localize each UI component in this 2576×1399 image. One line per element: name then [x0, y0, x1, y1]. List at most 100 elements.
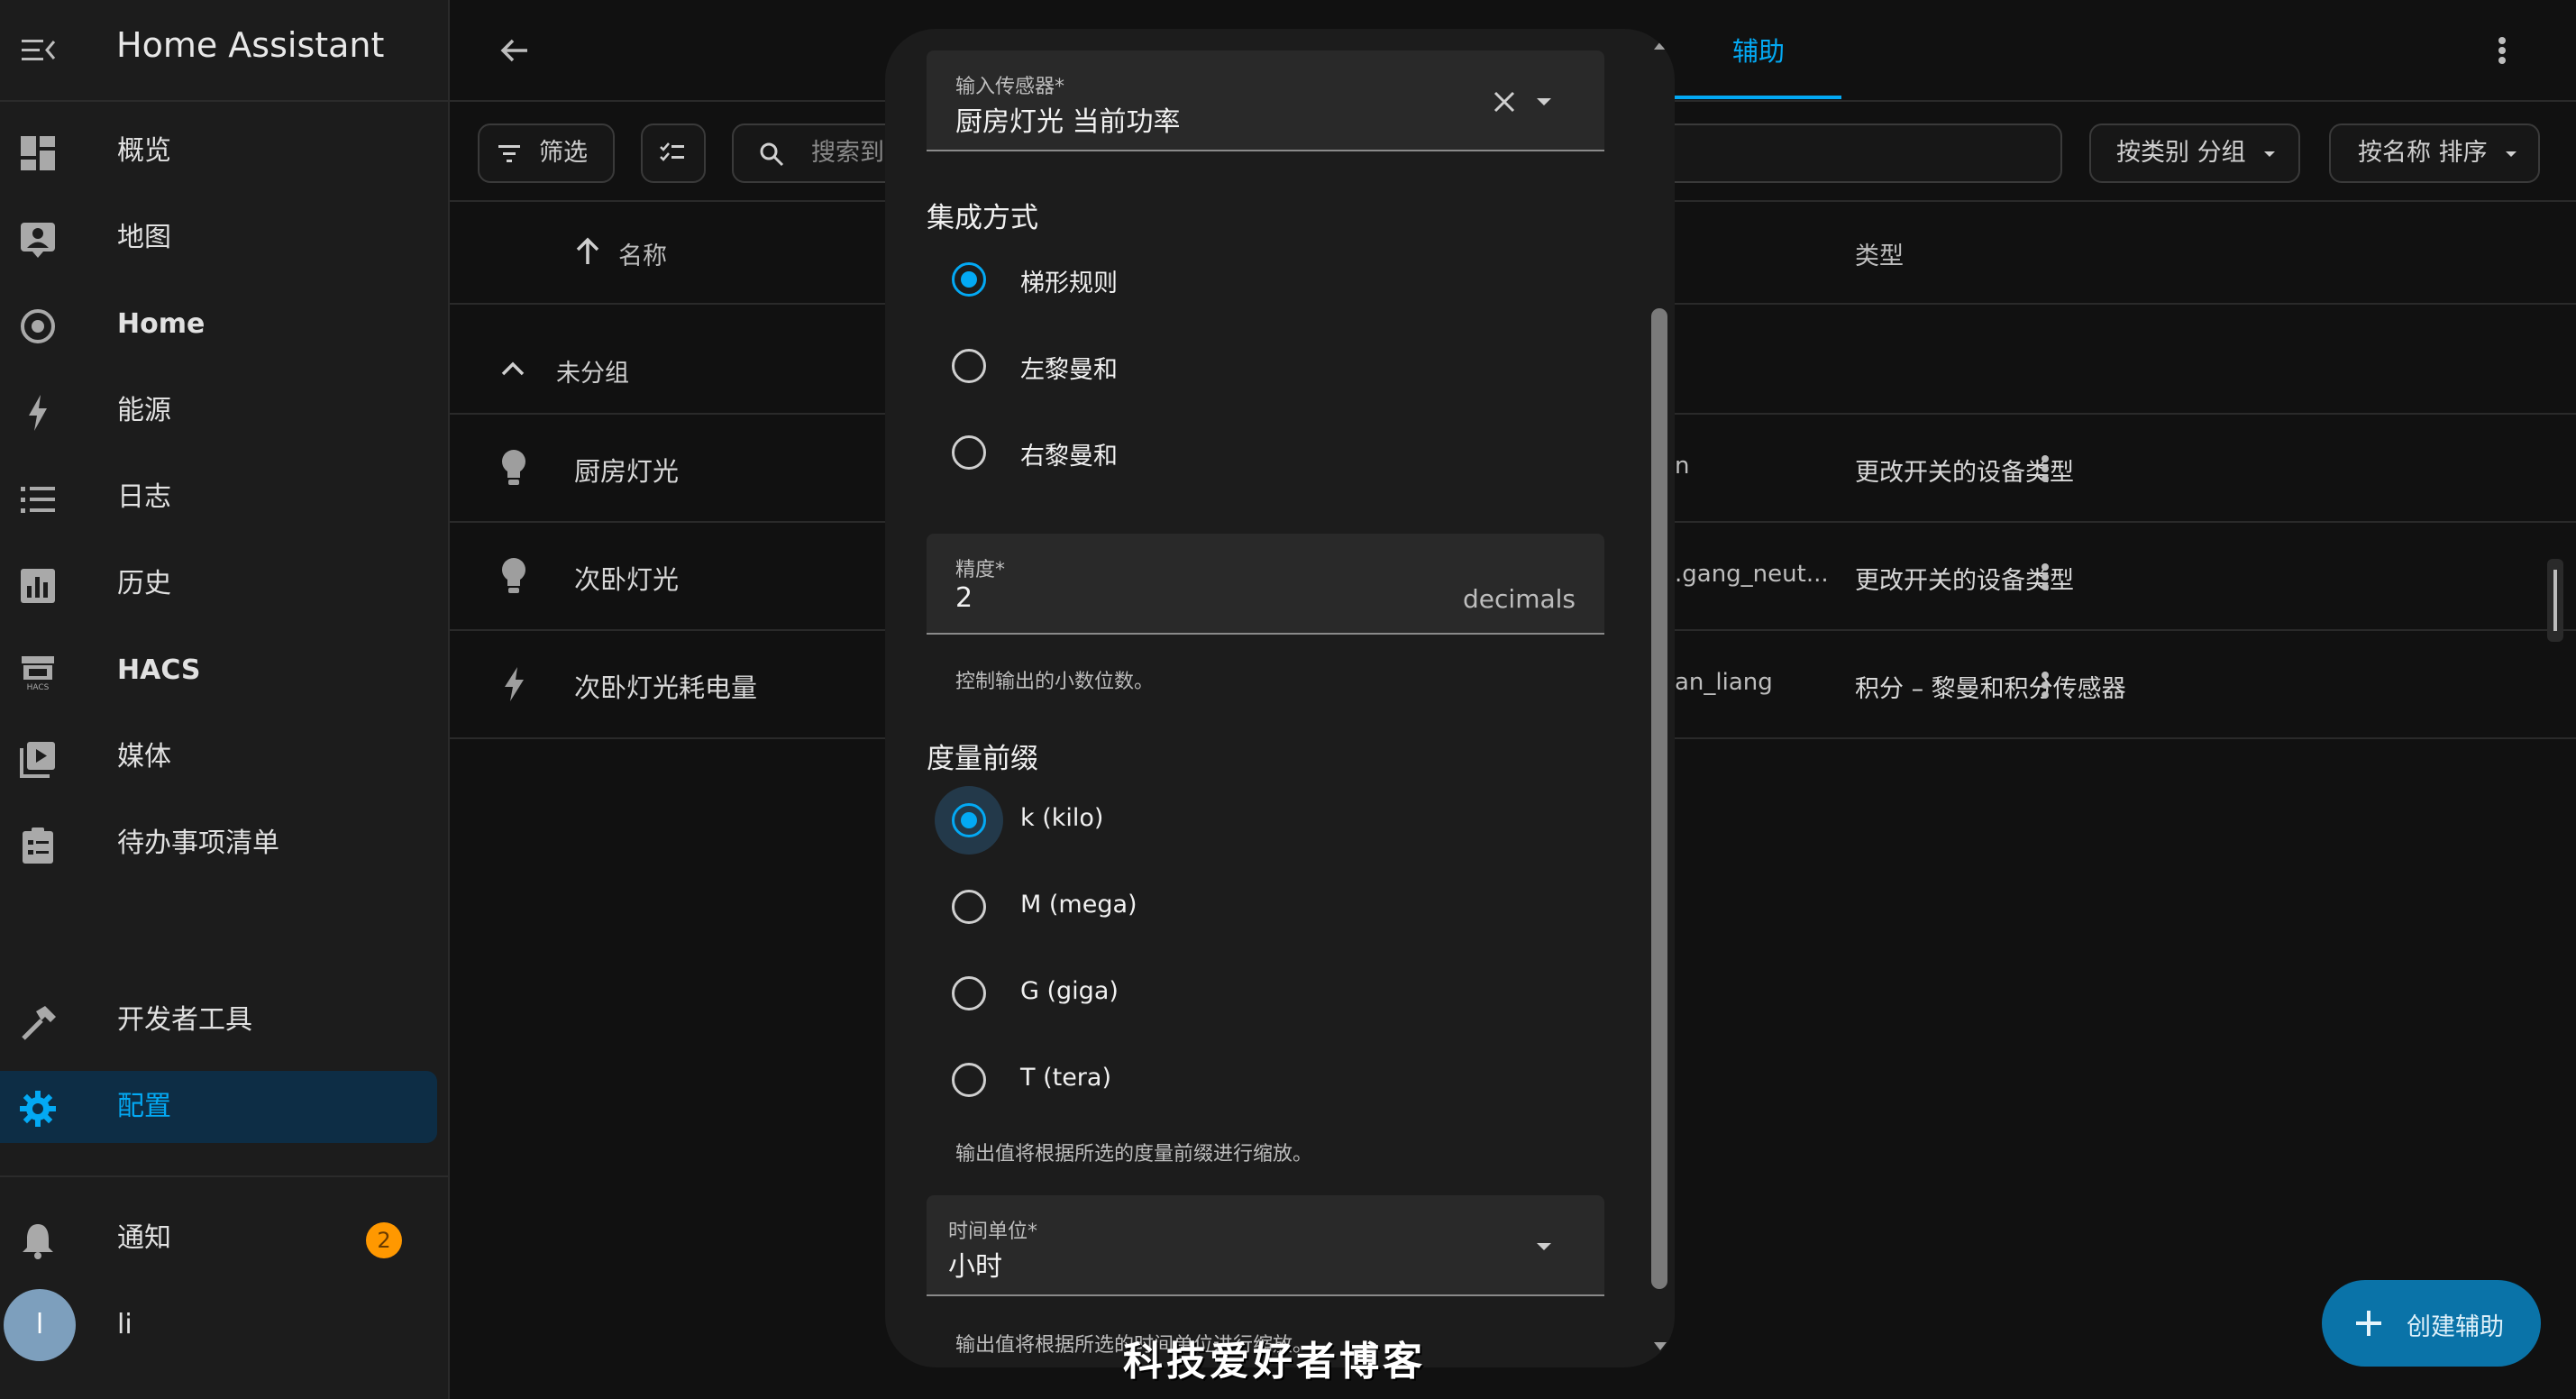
filter-button[interactable]: 筛选	[478, 123, 615, 183]
sidebar-item-label: 开发者工具	[117, 1004, 252, 1036]
group-by-label: 按类别 分组	[2116, 139, 2246, 167]
lightbulb-icon	[500, 449, 527, 487]
row-menu-icon[interactable]	[2041, 667, 2050, 703]
radio-prefix-kilo[interactable]: k (kilo)	[885, 777, 1675, 864]
dialog-scrollbar-thumb[interactable]	[1651, 308, 1667, 1289]
checklist-icon	[659, 141, 686, 166]
search-placeholder: 搜索到	[811, 139, 884, 167]
sidebar-item-logbook[interactable]: 日志	[0, 454, 448, 541]
integration-method-title: 集成方式	[927, 202, 1038, 234]
row-menu-icon[interactable]	[2041, 451, 2050, 487]
back-arrow-icon[interactable]	[497, 32, 533, 69]
tab-indicator	[1670, 96, 1841, 99]
prefix-helper-text: 输出值将根据所选的度量前缀进行缩放。	[955, 1143, 1313, 1166]
radio-button[interactable]	[952, 349, 986, 383]
row-entity-id: .gang_neut...	[1675, 561, 1829, 588]
radio-button[interactable]	[952, 435, 986, 470]
radio-trapezoidal[interactable]: 梯形规则	[885, 236, 1675, 323]
precision-field[interactable]: 精度* 2 decimals	[927, 534, 1604, 635]
group-label: 未分组	[556, 360, 629, 388]
chevron-up-icon	[500, 361, 525, 377]
media-icon	[18, 739, 58, 779]
radio-button[interactable]	[952, 890, 986, 924]
scrollbar-thumb[interactable]	[2553, 570, 2557, 631]
sidebar-item-home[interactable]: Home	[0, 281, 448, 368]
lightbulb-icon	[500, 557, 527, 595]
sidebar-item-label: 历史	[117, 568, 171, 599]
chevron-down-icon	[2262, 150, 2277, 159]
chevron-down-icon	[2504, 150, 2518, 159]
scroll-down-arrow-icon[interactable]	[1653, 1341, 1667, 1352]
radio-label: T (tera)	[1020, 1064, 1111, 1092]
radio-label: G (giga)	[1020, 977, 1119, 1005]
row-entity-id: n	[1675, 453, 1690, 480]
scroll-up-arrow-icon[interactable]	[1653, 40, 1667, 50]
sidebar-item-settings[interactable]: 配置	[0, 1064, 448, 1150]
radio-button[interactable]	[952, 976, 986, 1010]
sidebar-item-label: 通知	[117, 1222, 171, 1254]
dashboard-icon	[18, 133, 58, 173]
gear-icon	[18, 1089, 58, 1129]
time-unit-select[interactable]: 时间单位* 小时	[927, 1195, 1604, 1296]
sidebar-item-energy[interactable]: 能源	[0, 368, 448, 454]
sidebar-item-developer-tools[interactable]: 开发者工具	[0, 977, 448, 1064]
input-sensor-label: 输入传感器*	[955, 76, 1065, 98]
radio-label: k (kilo)	[1020, 804, 1104, 832]
user-name: li	[117, 1309, 132, 1340]
sidebar-item-label: Home	[117, 308, 206, 340]
column-header-name[interactable]: 名称	[618, 236, 667, 271]
metric-prefix-title: 度量前缀	[927, 743, 1038, 775]
sidebar-item-hacs[interactable]: HACS HACS	[0, 627, 448, 714]
bell-icon	[18, 1221, 58, 1260]
input-sensor-select[interactable]: 输入传感器* 厨房灯光 当前功率	[927, 50, 1604, 151]
sidebar-item-todo[interactable]: 待办事项清单	[0, 800, 448, 887]
row-name: 厨房灯光	[574, 456, 680, 487]
overflow-menu-icon[interactable]	[2498, 32, 2507, 69]
row-name: 次卧灯光	[574, 564, 680, 595]
sidebar-item-overview[interactable]: 概览	[0, 108, 448, 195]
group-by-button[interactable]: 按类别 分组	[2089, 123, 2300, 183]
precision-value: 2	[955, 582, 973, 614]
sidebar-item-media[interactable]: 媒体	[0, 714, 448, 800]
create-helper-button[interactable]: 创建辅助	[2322, 1280, 2541, 1367]
dropdown-arrow-icon[interactable]	[1536, 1242, 1552, 1251]
watermark-text: 科技爱好者博客	[1123, 1339, 1426, 1385]
row-menu-icon[interactable]	[2041, 559, 2050, 595]
sidebar-item-label: 配置	[117, 1091, 171, 1122]
radio-label: 右黎曼和	[1020, 443, 1118, 471]
menu-toggle-icon[interactable]	[20, 32, 58, 69]
svg-text:HACS: HACS	[27, 683, 50, 692]
sidebar-item-notifications[interactable]: 通知 2	[0, 1195, 448, 1282]
sidebar-header: Home Assistant	[0, 0, 448, 102]
sidebar-item-history[interactable]: 历史	[0, 541, 448, 627]
dropdown-arrow-icon[interactable]	[1536, 97, 1552, 106]
sort-ascending-arrow-icon[interactable]	[574, 237, 601, 266]
sidebar-item-label: 待办事项清单	[117, 828, 279, 859]
sidebar-divider	[0, 1175, 448, 1177]
radio-button[interactable]	[952, 803, 986, 837]
radio-right-riemann[interactable]: 右黎曼和	[885, 409, 1675, 496]
radio-button[interactable]	[952, 262, 986, 297]
select-mode-button[interactable]	[641, 123, 706, 183]
precision-suffix: decimals	[1463, 584, 1576, 614]
sidebar-item-user[interactable]: l li	[0, 1282, 448, 1368]
sidebar-item-map[interactable]: 地图	[0, 195, 448, 281]
avatar: l	[4, 1289, 76, 1361]
lightning-icon	[500, 665, 527, 703]
radio-left-riemann[interactable]: 左黎曼和	[885, 323, 1675, 409]
clipboard-icon	[18, 826, 58, 865]
radio-prefix-mega[interactable]: M (mega)	[885, 864, 1675, 950]
clear-icon[interactable]	[1493, 90, 1516, 114]
hammer-icon	[18, 1002, 58, 1042]
radio-prefix-tera[interactable]: T (tera)	[885, 1037, 1675, 1123]
page-scrollbar[interactable]	[2547, 559, 2563, 642]
column-header-type[interactable]: 类型	[1855, 236, 1904, 271]
sidebar: Home Assistant 概览 地图 Home 能源 日志 历史 HACS …	[0, 0, 450, 1399]
radio-label: 梯形规则	[1020, 270, 1118, 297]
tab-helpers[interactable]: 辅助	[1732, 31, 1785, 69]
sidebar-item-label: 地图	[117, 222, 171, 253]
radio-prefix-giga[interactable]: G (giga)	[885, 950, 1675, 1037]
sort-button[interactable]: 按名称 排序	[2329, 123, 2540, 183]
filter-label: 筛选	[539, 139, 588, 167]
radio-button[interactable]	[952, 1063, 986, 1097]
